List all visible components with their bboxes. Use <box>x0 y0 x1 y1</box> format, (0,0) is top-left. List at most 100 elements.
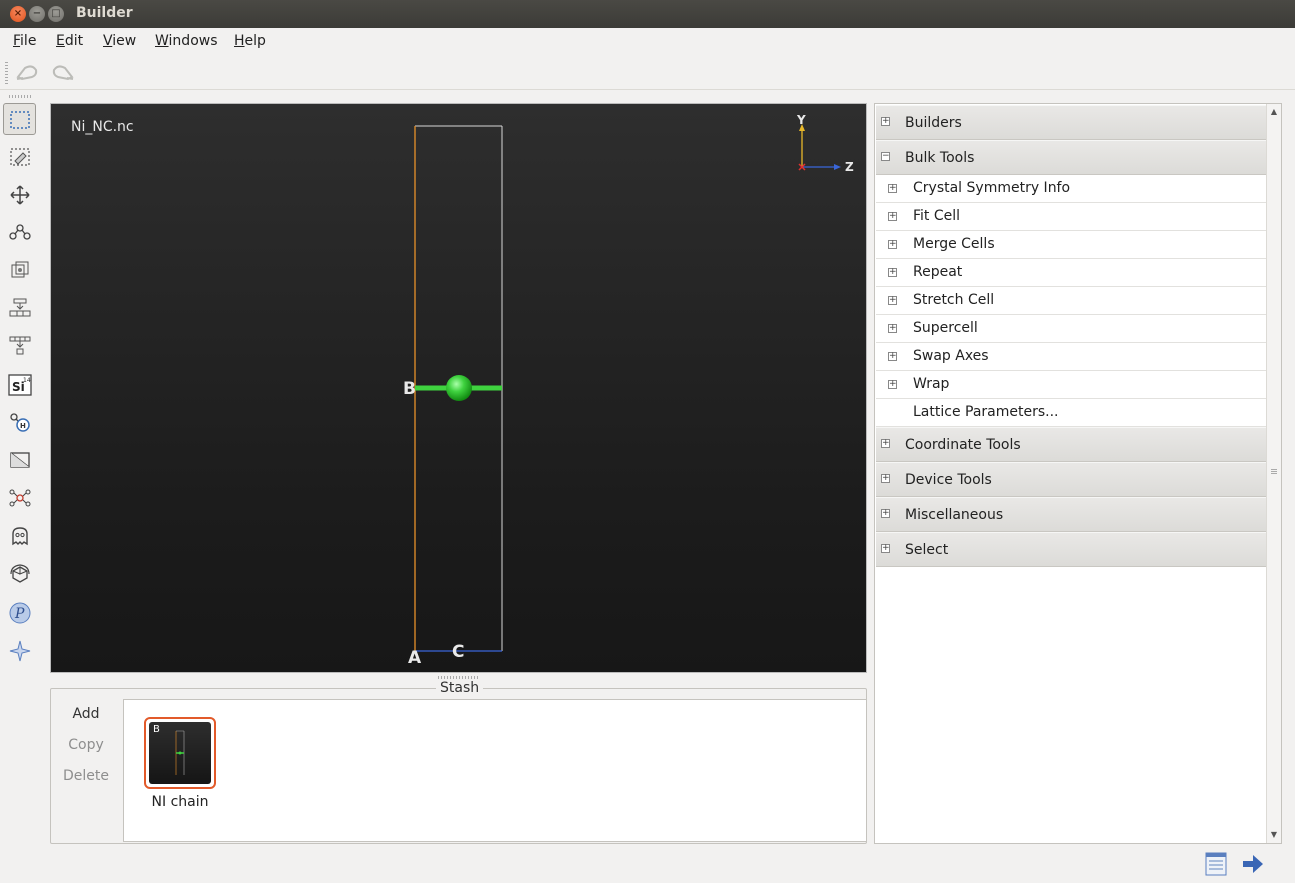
axis-label-y: Y <box>797 113 806 127</box>
expand-toggle-icon[interactable]: + <box>888 240 897 249</box>
stash-items-area[interactable]: B NI chain <box>123 699 867 842</box>
item-merge-cells[interactable]: + Merge Cells <box>876 231 1266 259</box>
hierarchy-down-icon[interactable] <box>3 292 36 324</box>
move-icon[interactable] <box>3 179 36 211</box>
document-list-icon[interactable] <box>1203 851 1229 877</box>
stash-thumbnail[interactable]: B <box>144 717 216 789</box>
expand-toggle-icon[interactable]: + <box>888 324 897 333</box>
title-bar: × − □ Builder <box>0 0 1295 28</box>
item-stretch-cell[interactable]: + Stretch Cell <box>876 287 1266 315</box>
window-maximize-button[interactable]: □ <box>48 6 64 22</box>
structure-viewport[interactable]: Ni_NC.nc B A C Y Z <box>50 103 867 673</box>
axis-label-z: Z <box>845 160 854 174</box>
send-arrow-icon[interactable] <box>1240 851 1266 877</box>
stash-add-button[interactable]: Add <box>51 699 121 730</box>
tools-panel: + Builders − Bulk Tools + Crystal Symmet… <box>874 103 1282 844</box>
svg-text:H: H <box>20 422 26 430</box>
expand-toggle-icon[interactable]: + <box>881 509 890 518</box>
group-label: Builders <box>905 115 962 131</box>
item-fit-cell[interactable]: + Fit Cell <box>876 203 1266 231</box>
expand-toggle-icon[interactable]: + <box>881 117 890 126</box>
stash-copy-button[interactable]: Copy <box>51 730 121 761</box>
expand-toggle-icon[interactable]: + <box>888 268 897 277</box>
stash-item[interactable]: B NI chain <box>144 717 216 810</box>
ni-atom <box>446 375 472 401</box>
window-close-button[interactable]: × <box>10 6 26 22</box>
undo-icon[interactable] <box>14 62 40 84</box>
item-wrap[interactable]: + Wrap <box>876 371 1266 399</box>
expand-toggle-icon[interactable]: + <box>888 380 897 389</box>
axis-z-arrowhead <box>834 164 841 170</box>
collapse-toggle-icon[interactable]: − <box>881 152 890 161</box>
tool-column: Si 14 H P <box>0 92 40 672</box>
window-title: Builder <box>76 5 133 21</box>
rotate-cube-icon[interactable] <box>3 558 36 590</box>
stash-item-name: NI chain <box>151 794 209 810</box>
viewport-splitter[interactable] <box>438 676 478 679</box>
window-minimize-button[interactable]: − <box>29 6 45 22</box>
menu-bar: File Edit View Windows Help <box>0 28 1295 56</box>
redo-icon[interactable] <box>50 62 76 84</box>
add-hydrogen-icon[interactable]: H <box>3 406 36 438</box>
element-si-icon[interactable]: Si 14 <box>3 368 36 400</box>
scroll-down-icon[interactable]: ▼ <box>1269 830 1279 840</box>
item-label: Supercell <box>913 320 978 336</box>
cell-label-a: A <box>408 648 422 668</box>
menu-help[interactable]: Help <box>234 33 266 49</box>
python-icon[interactable]: P <box>3 596 36 628</box>
menu-edit[interactable]: Edit <box>56 33 83 49</box>
molecule-icon[interactable] <box>3 482 36 514</box>
rectangle-select-icon[interactable] <box>3 103 36 135</box>
expand-toggle-icon[interactable]: + <box>881 439 890 448</box>
bond-icon[interactable] <box>3 216 36 248</box>
group-coordinate-tools[interactable]: + Coordinate Tools <box>876 427 1266 462</box>
item-supercell[interactable]: + Supercell <box>876 315 1266 343</box>
panel-scrollbar[interactable]: ▲ ▼ <box>1266 104 1281 843</box>
item-repeat[interactable]: + Repeat <box>876 259 1266 287</box>
hierarchy-split-icon[interactable] <box>3 330 36 362</box>
element-number: 14 <box>23 377 31 384</box>
expand-toggle-icon[interactable]: + <box>881 474 890 483</box>
expand-toggle-icon[interactable]: + <box>888 184 897 193</box>
cell-label-b: B <box>403 379 416 399</box>
item-label: Lattice Parameters... <box>913 404 1059 420</box>
stash-delete-button[interactable]: Delete <box>51 761 121 792</box>
item-label: Crystal Symmetry Info <box>913 180 1071 196</box>
group-label: Coordinate Tools <box>905 437 1021 453</box>
ghost-icon[interactable] <box>3 520 36 552</box>
item-label: Stretch Cell <box>913 292 995 308</box>
item-label: Wrap <box>913 376 950 392</box>
toolbar-grip[interactable] <box>5 62 8 84</box>
expand-toggle-icon[interactable]: + <box>888 296 897 305</box>
group-miscellaneous[interactable]: + Miscellaneous <box>876 497 1266 532</box>
menu-windows[interactable]: Windows <box>155 33 218 49</box>
group-builders[interactable]: + Builders <box>876 105 1266 140</box>
tool-column-grip[interactable] <box>9 95 31 98</box>
group-device-tools[interactable]: + Device Tools <box>876 462 1266 497</box>
tools-tree: + Builders − Bulk Tools + Crystal Symmet… <box>876 105 1266 567</box>
item-label: Merge Cells <box>913 236 995 252</box>
group-select[interactable]: + Select <box>876 532 1266 567</box>
scroll-up-icon[interactable]: ▲ <box>1269 107 1279 117</box>
scrollbar-grip[interactable] <box>1271 469 1277 475</box>
sparkle-icon[interactable] <box>3 634 36 666</box>
item-lattice-parameters[interactable]: Lattice Parameters... <box>876 399 1266 427</box>
expand-toggle-icon[interactable]: + <box>881 544 890 553</box>
item-swap-axes[interactable]: + Swap Axes <box>876 343 1266 371</box>
expand-toggle-icon[interactable]: + <box>888 212 897 221</box>
svg-text:P: P <box>14 606 25 622</box>
cell-label-c: C <box>452 642 465 662</box>
stash-actions: Add Copy Delete <box>51 699 121 792</box>
stash-panel: Stash Add Copy Delete B NI chain <box>50 680 867 844</box>
menu-view[interactable]: View <box>103 33 136 49</box>
lasso-select-icon[interactable] <box>3 141 36 173</box>
group-bulk-tools[interactable]: − Bulk Tools <box>876 140 1266 175</box>
slice-icon[interactable] <box>3 444 36 476</box>
stash-thumbnail-image: B <box>149 722 211 784</box>
structure-canvas <box>414 124 841 652</box>
menu-file[interactable]: File <box>13 33 36 49</box>
expand-toggle-icon[interactable]: + <box>888 352 897 361</box>
item-crystal-symmetry-info[interactable]: + Crystal Symmetry Info <box>876 175 1266 203</box>
cell-icon[interactable] <box>3 254 36 286</box>
group-label: Bulk Tools <box>905 150 975 166</box>
